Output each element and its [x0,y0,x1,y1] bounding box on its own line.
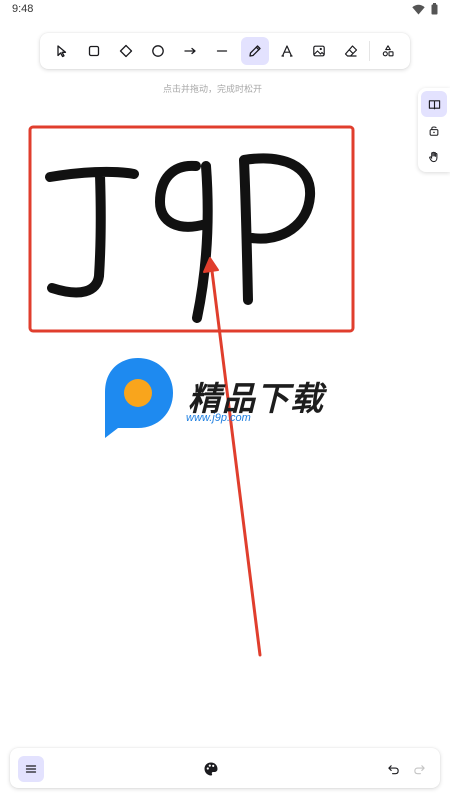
library-icon [428,99,440,109]
hand-button[interactable] [421,143,447,169]
undo-button[interactable] [382,758,404,780]
watermark-url: www.j9p.com [186,412,251,424]
lock-button[interactable] [421,117,447,143]
hand-icon [428,151,437,162]
palette-button[interactable] [200,758,222,780]
drawn-arrow[interactable] [209,261,262,657]
redo-icon [413,764,425,774]
undo-icon [387,764,399,774]
bottom-toolbar [10,748,440,788]
menu-icon [25,765,37,773]
watermark-logo-icon [105,358,173,438]
library-button[interactable] [421,91,447,117]
menu-button[interactable] [18,756,44,782]
ink-stroke-j[interactable] [45,166,139,298]
lock-icon [429,126,439,136]
ink-stroke-p[interactable] [239,153,316,305]
palette-icon [204,762,218,776]
redo-button[interactable] [408,758,430,780]
side-panel [418,88,450,172]
ink-stroke-9[interactable] [155,160,213,323]
